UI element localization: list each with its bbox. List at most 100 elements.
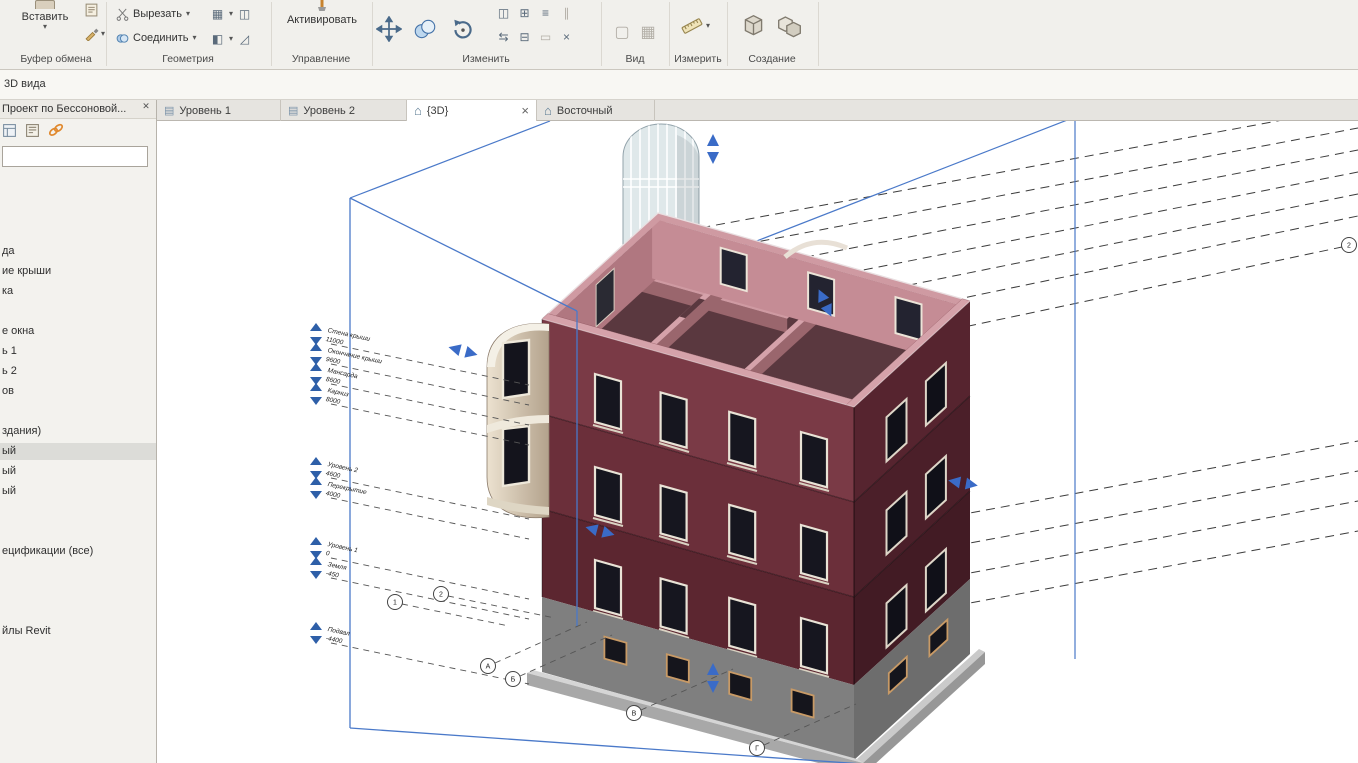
- level-elevation: 8000: [325, 396, 341, 406]
- move-icon: [376, 16, 402, 42]
- svg-text:А: А: [486, 664, 491, 671]
- views-icon[interactable]: [2, 123, 17, 138]
- rotate-button[interactable]: [450, 16, 476, 42]
- browser-item[interactable]: ый: [0, 463, 156, 480]
- rotate-icon: [450, 16, 476, 42]
- plan-view-icon: [164, 104, 174, 117]
- ruler-icon: [680, 14, 704, 38]
- ribbon-group-measure: Измерить: [674, 53, 721, 65]
- group-separator: [601, 2, 602, 66]
- svg-text:2: 2: [439, 592, 443, 599]
- align-icon[interactable]: [494, 3, 513, 22]
- tab-level-2[interactable]: Уровень 2: [281, 100, 407, 121]
- scissors-icon: [116, 8, 129, 21]
- level-marker: Земля -450: [310, 557, 529, 619]
- offset-icon[interactable]: [536, 3, 555, 22]
- view-tabs: Уровень 1 Уровень 2 {3D} Восточный: [157, 100, 1358, 121]
- browser-item[interactable]: ый: [0, 483, 156, 500]
- browser-item[interactable]: да: [0, 243, 156, 260]
- browser-item[interactable]: ь 1: [0, 343, 156, 360]
- paste-special-button[interactable]: [84, 2, 99, 17]
- cube-icon: [740, 13, 767, 40]
- cubes-icon: [776, 13, 803, 40]
- chevron-down-icon: ▾: [229, 35, 233, 43]
- paint-icon[interactable]: [208, 29, 227, 48]
- level-marker: Подвал -4400: [310, 622, 529, 684]
- cut-geometry-button[interactable]: Вырезать ▾: [114, 5, 192, 23]
- link-icon[interactable]: [48, 122, 64, 138]
- 3d-canvas: Стена крыши 11000 Окончание крыши 9600: [157, 121, 1358, 763]
- mirror-icon[interactable]: [557, 3, 576, 22]
- ribbon-group-geometry: Геометрия: [162, 53, 214, 65]
- grid-bubble: Г: [750, 741, 765, 756]
- scale-icon[interactable]: [536, 27, 555, 46]
- box-handle: [707, 134, 719, 164]
- hide-elements-icon[interactable]: [610, 20, 634, 44]
- browser-item[interactable]: ов: [0, 383, 156, 400]
- create-assembly-button[interactable]: [776, 13, 803, 40]
- browser-item[interactable]: ие крыши: [0, 263, 156, 280]
- revit-window: Буфер обмена Геометрия Управление Измени…: [0, 0, 1358, 763]
- document-icon: [84, 2, 99, 17]
- chevron-down-icon: ▾: [186, 10, 190, 18]
- chevron-down-icon: ▾: [101, 30, 105, 38]
- 3d-viewport[interactable]: Стена крыши 11000 Окончание крыши 9600: [157, 121, 1358, 763]
- measure-button[interactable]: ▾: [680, 14, 710, 38]
- plan-view-icon: [288, 104, 298, 117]
- search-input[interactable]: [2, 146, 148, 167]
- chevron-down-icon: ▾: [706, 22, 710, 30]
- level-elevation: -450: [325, 570, 340, 580]
- join-geometry-button[interactable]: Соединить ▾: [114, 29, 199, 47]
- clipboard-icon: [35, 0, 55, 9]
- split-face-icon[interactable]: [235, 29, 254, 48]
- sheets-icon[interactable]: [25, 123, 40, 138]
- svg-text:Б: Б: [511, 677, 516, 684]
- project-browser: Проект по Бессоновой... да ие крыши ка е…: [0, 100, 157, 763]
- copy-button[interactable]: [412, 16, 438, 42]
- tab-level-1[interactable]: Уровень 1: [157, 100, 281, 121]
- browser-item[interactable]: ецификации (все): [0, 543, 156, 560]
- create-group-button[interactable]: [740, 13, 767, 40]
- ribbon-group-modify: Изменить: [462, 53, 509, 65]
- delete-icon[interactable]: [557, 27, 576, 46]
- svg-text:1: 1: [393, 600, 397, 607]
- browser-title: Проект по Бессоновой...: [0, 100, 156, 119]
- move-button[interactable]: [376, 16, 402, 42]
- browser-item[interactable]: здания): [0, 423, 156, 440]
- group-separator: [372, 2, 373, 66]
- split-icon[interactable]: [515, 27, 534, 46]
- group-separator: [818, 2, 819, 66]
- override-graphics-icon[interactable]: [636, 20, 660, 44]
- paste-button[interactable]: Вставить ▾: [16, 0, 74, 31]
- ribbon: Буфер обмена Геометрия Управление Измени…: [0, 0, 1358, 70]
- match-type-button[interactable]: ▾: [84, 26, 105, 41]
- svg-text:В: В: [632, 711, 637, 718]
- ribbon-group-clipboard: Буфер обмена: [20, 53, 91, 65]
- browser-item[interactable]: ь 2: [0, 363, 156, 380]
- array-icon[interactable]: [515, 3, 534, 22]
- demolish-icon[interactable]: [235, 4, 254, 23]
- browser-item[interactable]: йлы Revit: [0, 623, 156, 640]
- browser-item-selected[interactable]: ый: [0, 443, 156, 460]
- join-icon: [116, 32, 129, 45]
- level-elevation: 8600: [325, 376, 341, 386]
- building-model[interactable]: [487, 121, 985, 763]
- chevron-down-icon: ▾: [43, 23, 47, 31]
- brush-icon: [84, 26, 99, 41]
- trim-icon[interactable]: [494, 27, 513, 46]
- cylindrical-bay: [487, 323, 549, 517]
- pin-icon: [316, 0, 328, 14]
- browser-item[interactable]: ка: [0, 283, 156, 300]
- tab-3d-view[interactable]: {3D}: [407, 100, 537, 121]
- tab-east-elevation[interactable]: Восточный: [537, 100, 655, 121]
- wall-opening-icon[interactable]: [208, 4, 227, 23]
- browser-item[interactable]: е окна: [0, 323, 156, 340]
- options-bar: 3D вида: [0, 70, 1358, 100]
- ribbon-group-view: Вид: [626, 53, 645, 65]
- close-icon[interactable]: [139, 100, 153, 119]
- close-icon[interactable]: [511, 103, 529, 118]
- copy-icon: [412, 16, 438, 42]
- box-handle: [447, 341, 479, 360]
- group-separator: [271, 2, 272, 66]
- activate-controls-button[interactable]: Активировать: [276, 0, 368, 26]
